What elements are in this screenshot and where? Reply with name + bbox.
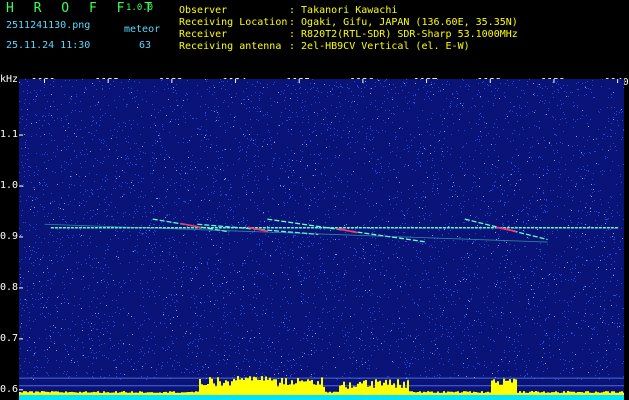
y-tick-label: 1.0 bbox=[0, 180, 19, 191]
receiver-label: Receiver bbox=[179, 29, 228, 40]
location-label: Receiving Location bbox=[179, 17, 288, 28]
antenna-label: Receiving antenna bbox=[179, 41, 282, 52]
observer-value: : Takanori Kawachi bbox=[289, 5, 398, 16]
observer-label: Observer bbox=[179, 5, 228, 16]
capture-datetime: 25.11.24 11:30 bbox=[6, 40, 91, 51]
spectrogram-plot bbox=[19, 79, 624, 400]
y-tick-label: 1.1 bbox=[0, 129, 19, 141]
hrofft-window: H R O F F T 1.0.0 2511241130.png meteor … bbox=[0, 0, 629, 400]
plot-background bbox=[19, 79, 624, 400]
location-value: : Ogaki, Gifu, JAPAN (136.60E, 35.35N) bbox=[289, 17, 518, 28]
y-tick-label: 0.8 bbox=[0, 281, 19, 293]
meteor-count: 63 bbox=[139, 40, 152, 51]
receiver-value: : R820T2(RTL-SDR) SDR-Sharp 53.1000MHz bbox=[289, 29, 518, 40]
app-version: 1.0.0 bbox=[126, 3, 154, 13]
y-tick-label: 0.6 bbox=[0, 383, 19, 395]
antenna-value: : 2el-HB9CV Vertical (el. E-W) bbox=[289, 41, 470, 52]
event-type: meteor bbox=[124, 24, 161, 35]
y-tick-label: 0.9 bbox=[0, 230, 19, 242]
y-tick-label: 0.7 bbox=[0, 332, 19, 344]
noise-floor-baseline bbox=[19, 395, 624, 400]
file-name: 2511241130.png bbox=[6, 20, 91, 31]
